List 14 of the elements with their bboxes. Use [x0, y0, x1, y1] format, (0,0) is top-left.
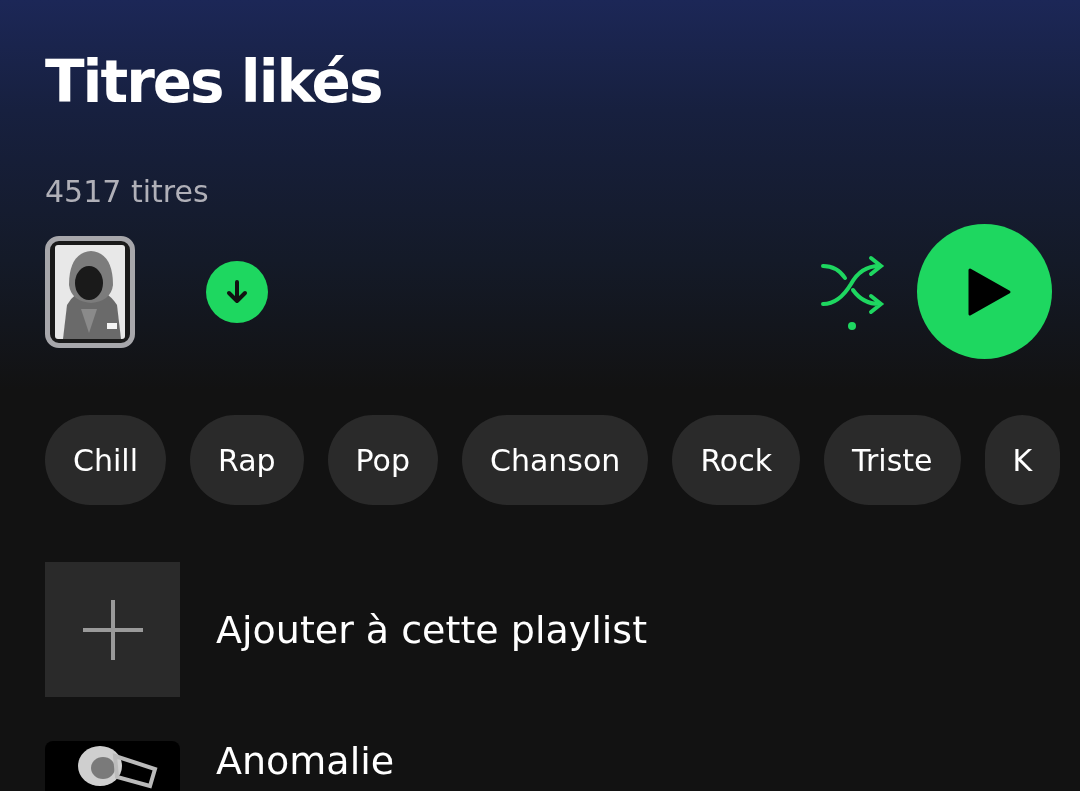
- filter-chip[interactable]: Pop: [327, 415, 438, 505]
- playlist-title: Titres likés: [45, 47, 383, 118]
- filter-chip[interactable]: Rap: [189, 415, 304, 505]
- add-button[interactable]: [45, 562, 180, 697]
- filter-chip[interactable]: Chill: [45, 415, 166, 505]
- filter-chip[interactable]: Chanson: [462, 415, 649, 505]
- filter-chip[interactable]: Triste: [824, 415, 961, 505]
- cover-thumbnail[interactable]: [45, 235, 135, 348]
- filter-chip[interactable]: Rock: [672, 415, 801, 505]
- plus-icon: [80, 597, 145, 662]
- filter-chip[interactable]: K: [984, 415, 1061, 505]
- track-title[interactable]: Anomalie: [216, 741, 395, 781]
- add-to-playlist-label[interactable]: Ajouter à cette playlist: [216, 607, 648, 652]
- track-count: 4517 titres: [45, 174, 210, 210]
